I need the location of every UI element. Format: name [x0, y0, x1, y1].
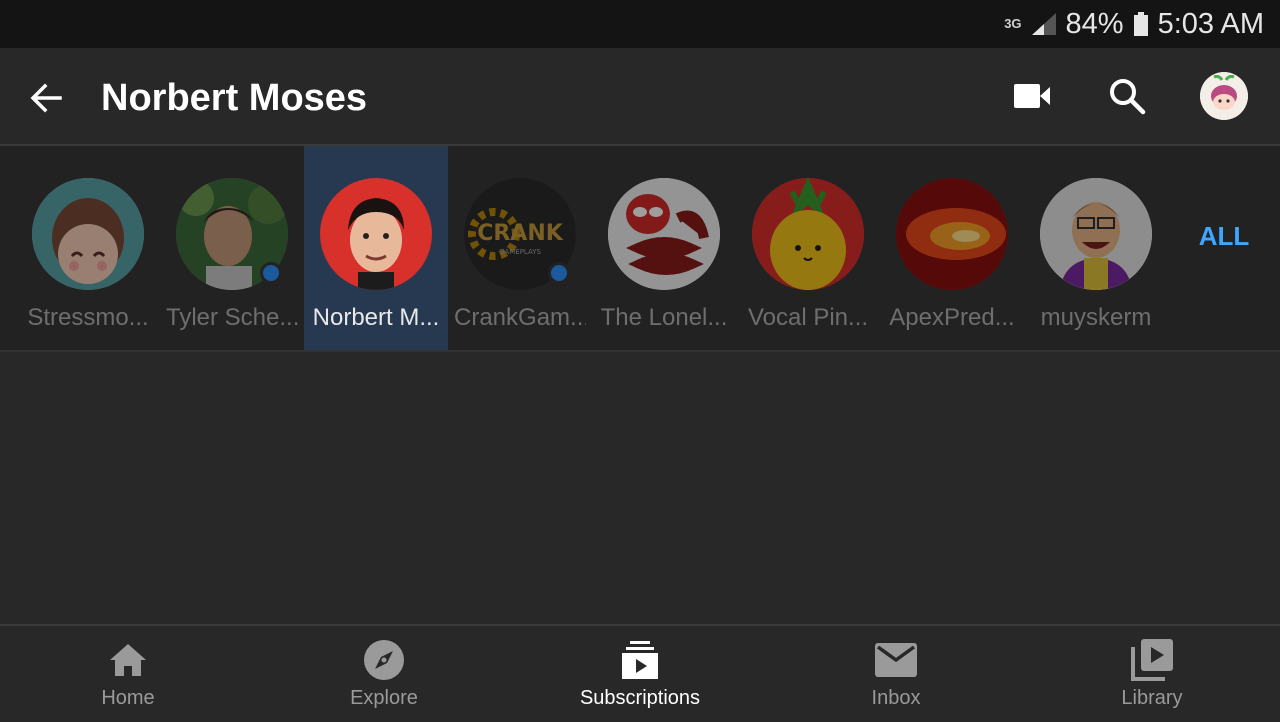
- inbox-mail-icon: [874, 638, 918, 682]
- channel-label: The Lonel...: [600, 304, 728, 331]
- network-type: 3G: [1004, 16, 1022, 31]
- nav-library[interactable]: Library: [1024, 626, 1280, 722]
- channel-the-lonely[interactable]: The Lonel...: [592, 146, 736, 350]
- app-bar: Norbert Moses: [0, 48, 1280, 146]
- nav-label: Library: [1121, 687, 1183, 709]
- signal-icon: [1031, 13, 1056, 35]
- channel-muyskerm[interactable]: muyskerm: [1024, 146, 1168, 350]
- channel-norbert-moses[interactable]: Norbert M...: [304, 146, 448, 350]
- home-icon: [106, 638, 150, 682]
- nav-home[interactable]: Home: [0, 626, 256, 722]
- subscriptions-icon: [618, 638, 662, 682]
- content-area: [0, 352, 1280, 624]
- nav-label: Subscriptions: [579, 687, 701, 709]
- all-channels-link[interactable]: ALL: [1188, 218, 1260, 254]
- channel-avatar: [608, 178, 720, 290]
- upload-video-button[interactable]: [1008, 72, 1056, 120]
- channel-avatar: [32, 178, 144, 290]
- channel-avatar: [752, 178, 864, 290]
- channel-avatar: [1040, 178, 1152, 290]
- turnip-avatar-icon: [1200, 72, 1248, 120]
- explore-compass-icon: [362, 638, 406, 682]
- back-button[interactable]: [22, 74, 70, 122]
- channel-label: Norbert M...: [312, 304, 440, 331]
- channel-vocal-pineapple[interactable]: Vocal Pin...: [736, 146, 880, 350]
- back-arrow-icon: [30, 83, 62, 113]
- status-bar: 3G 84% 5:03 AM: [0, 0, 1280, 48]
- channel-crankgameplays[interactable]: CRANK GAMEPLAYS CrankGam...: [448, 146, 592, 350]
- bottom-navigation: Home Explore Subscriptions Inbox Library: [0, 624, 1280, 722]
- nav-inbox[interactable]: Inbox: [768, 626, 1024, 722]
- nav-explore[interactable]: Explore: [256, 626, 512, 722]
- channel-label: Tyler Sche...: [166, 304, 298, 331]
- search-button[interactable]: [1103, 72, 1151, 120]
- search-icon: [1110, 79, 1146, 115]
- battery-percent: 84%: [1065, 7, 1124, 40]
- channel-label: Vocal Pin...: [747, 304, 869, 331]
- nav-label: Explore: [350, 687, 418, 709]
- nav-subscriptions[interactable]: Subscriptions: [512, 626, 768, 722]
- video-camera-icon: [1014, 84, 1050, 108]
- subscribed-channels-bar: Stressmo... Tyler Sche... Norbert M... C…: [0, 146, 1280, 352]
- channel-label: Stressmo...: [27, 304, 149, 331]
- page-title: Norbert Moses: [101, 77, 368, 119]
- status-indicators: 3G 84% 5:03 AM: [1004, 0, 1264, 48]
- nav-label: Inbox: [871, 687, 921, 709]
- nav-label: Home: [101, 687, 155, 709]
- channel-stressmonster[interactable]: Stressmo...: [16, 146, 160, 350]
- channel-avatar: [320, 178, 432, 290]
- channel-tyler[interactable]: Tyler Sche...: [160, 146, 304, 350]
- channel-label: muyskerm: [1040, 304, 1152, 331]
- channel-apexpredator[interactable]: ApexPred...: [880, 146, 1024, 350]
- library-icon: [1130, 638, 1174, 682]
- channel-label: CrankGam...: [454, 304, 586, 331]
- channel-label: ApexPred...: [889, 304, 1015, 331]
- new-content-dot: [548, 262, 570, 284]
- channel-avatar: [896, 178, 1008, 290]
- new-content-dot: [260, 262, 282, 284]
- clock: 5:03 AM: [1157, 7, 1264, 40]
- battery-icon: [1133, 12, 1148, 36]
- account-avatar[interactable]: [1200, 72, 1248, 120]
